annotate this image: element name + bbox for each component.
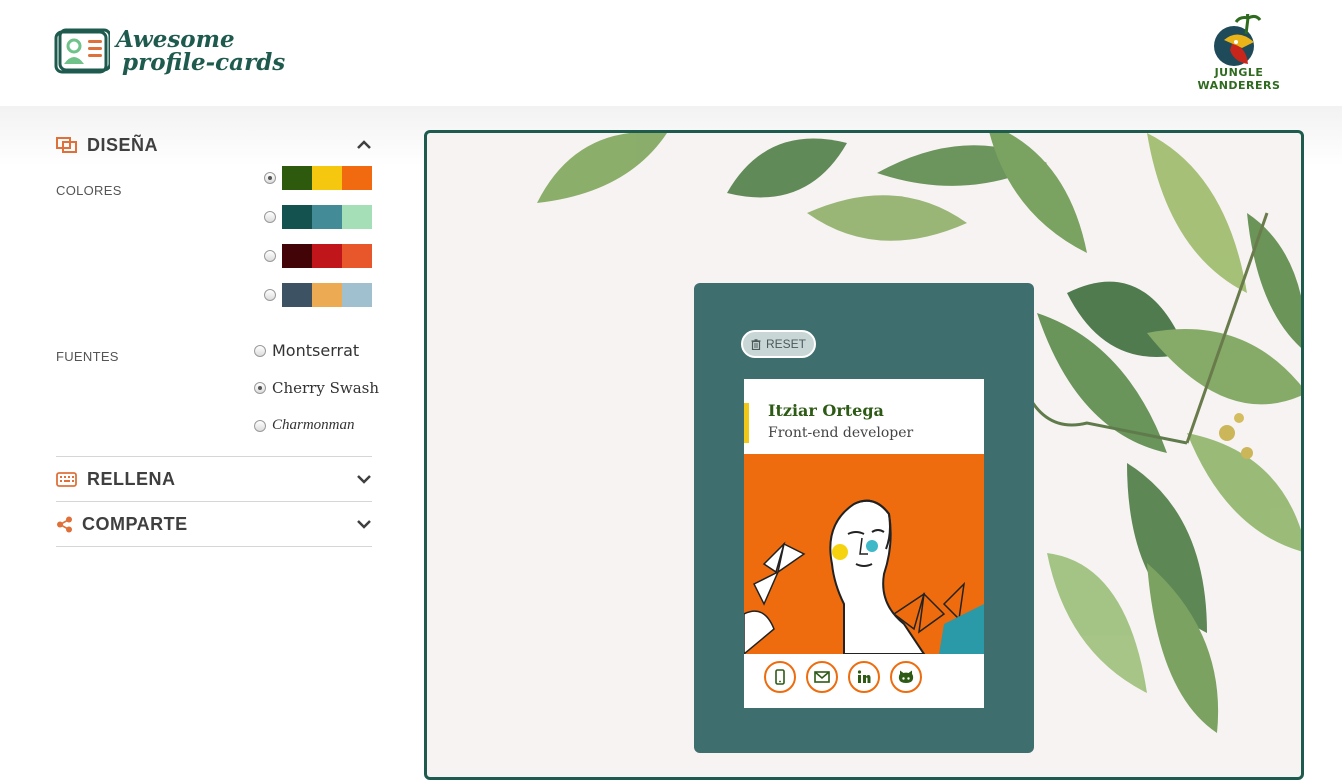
object-ungroup-icon xyxy=(56,136,78,154)
font-option-charmonman[interactable]: Charmonman xyxy=(254,417,355,434)
trash-icon xyxy=(751,338,761,350)
chevron-up-icon[interactable] xyxy=(356,137,372,153)
radio-cherry-swash[interactable] xyxy=(254,382,266,394)
font-option-cherry-swash[interactable]: Cherry Swash xyxy=(254,379,379,397)
linkedin-link[interactable] xyxy=(848,661,880,693)
palette-swatches xyxy=(282,166,372,190)
linkedin-icon xyxy=(857,670,871,683)
toucan-icon xyxy=(1214,10,1262,66)
mail-icon xyxy=(814,671,830,683)
font-label-charmonman: Charmonman xyxy=(272,417,355,433)
palette-option[interactable] xyxy=(264,244,372,268)
profile-card: Itziar Ortega Front-end developer xyxy=(744,379,984,708)
color-swatch xyxy=(342,205,372,229)
palette-radio[interactable] xyxy=(264,289,276,301)
color-swatch xyxy=(312,166,342,190)
app-logo[interactable]: Awesome profile-cards xyxy=(54,26,285,76)
fill-section: RELLENA xyxy=(56,464,372,494)
share-section-title: COMPARTE xyxy=(82,513,188,534)
card-profile-image xyxy=(744,454,984,654)
chevron-down-icon[interactable] xyxy=(356,516,372,532)
font-label-cherry-swash: Cherry Swash xyxy=(272,379,380,397)
color-swatch xyxy=(282,205,312,229)
share-section: COMPARTE xyxy=(56,509,372,539)
phone-icon xyxy=(775,669,785,685)
design-section: DISEÑA xyxy=(56,130,372,160)
share-section-header[interactable]: COMPARTE xyxy=(56,509,372,539)
color-swatch xyxy=(342,244,372,268)
design-section-title: DISEÑA xyxy=(87,134,159,155)
color-swatch xyxy=(282,244,312,268)
reset-button-label: RESET xyxy=(765,337,806,351)
color-swatch xyxy=(312,205,342,229)
palette-option[interactable] xyxy=(264,205,372,229)
radio-charmonman[interactable] xyxy=(254,419,266,432)
keyboard-icon xyxy=(56,470,78,488)
github-icon xyxy=(898,670,914,683)
palette-option[interactable] xyxy=(264,166,372,190)
chevron-down-icon[interactable] xyxy=(356,471,372,487)
share-icon xyxy=(56,515,73,533)
design-section-header[interactable]: DISEÑA xyxy=(56,130,372,160)
reset-button[interactable]: RESET xyxy=(741,330,816,358)
phone-link[interactable] xyxy=(764,661,796,693)
section-divider xyxy=(56,546,372,547)
profile-card-icon xyxy=(54,28,110,74)
palette-swatches xyxy=(282,283,372,307)
palette-radio[interactable] xyxy=(264,211,276,223)
app-header: Awesome profile-cards JUNGLE WANDERERS xyxy=(0,0,1342,106)
section-divider xyxy=(56,501,372,502)
fill-section-title: RELLENA xyxy=(87,468,176,489)
jungle-wanderers-logo: JUNGLE WANDERERS xyxy=(1176,10,1302,92)
app-logo-line2: profile-cards xyxy=(122,49,286,76)
palette-option[interactable] xyxy=(264,283,372,307)
card-social-links xyxy=(764,661,922,693)
palette-swatches xyxy=(282,205,372,229)
radio-montserrat[interactable] xyxy=(254,344,266,357)
palette-radio[interactable] xyxy=(264,172,276,184)
card-name: Itziar Ortega xyxy=(768,401,884,420)
color-swatch xyxy=(342,166,372,190)
colors-label: COLORES xyxy=(56,183,122,198)
card-accent-bar xyxy=(744,403,749,443)
color-swatch xyxy=(312,283,342,307)
palette-swatches xyxy=(282,244,372,268)
palette-radio[interactable] xyxy=(264,250,276,262)
jungle-wanderers-text: JUNGLE WANDERERS xyxy=(1197,66,1281,92)
color-swatch xyxy=(282,283,312,307)
color-swatch xyxy=(342,283,372,307)
app-logo-text: Awesome profile-cards xyxy=(116,28,285,74)
fonts-label: FUENTES xyxy=(56,349,119,364)
email-link[interactable] xyxy=(806,661,838,693)
card-job: Front-end developer xyxy=(768,425,914,441)
font-label-montserrat: Montserrat xyxy=(272,341,360,360)
color-swatch xyxy=(282,166,312,190)
font-option-montserrat[interactable]: Montserrat xyxy=(254,341,359,360)
github-link[interactable] xyxy=(890,661,922,693)
fill-section-header[interactable]: RELLENA xyxy=(56,464,372,494)
section-divider xyxy=(56,456,372,457)
color-swatch xyxy=(312,244,342,268)
